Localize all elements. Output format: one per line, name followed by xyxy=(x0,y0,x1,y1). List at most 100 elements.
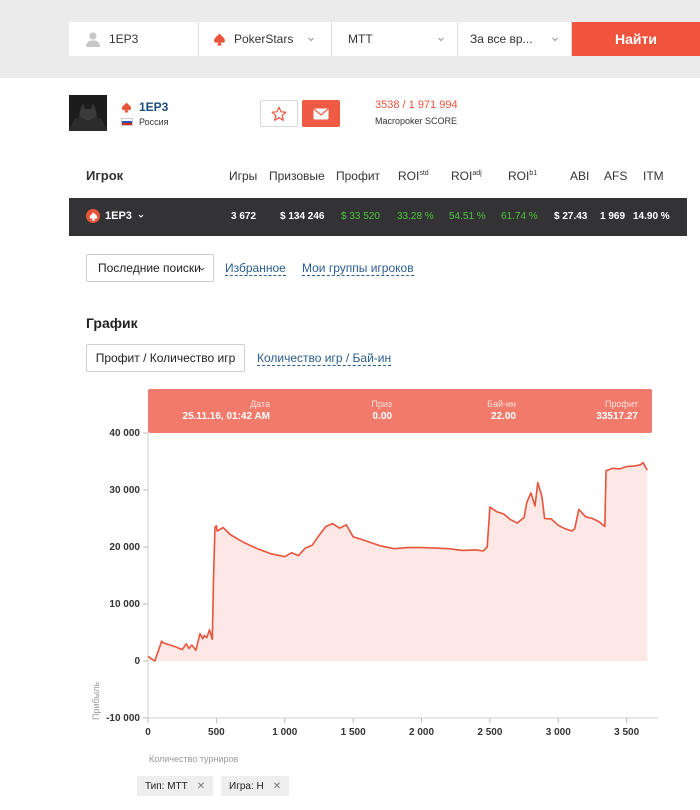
country-text: Россия xyxy=(139,117,169,127)
roi-adj-text: ROI xyxy=(451,169,473,183)
cell-games: 3 672 xyxy=(231,211,257,222)
tooltip-date-value: 25.11.16, 01:42 AM xyxy=(183,411,270,422)
roi-adj-sup: adj xyxy=(472,170,482,177)
chevron-down-icon xyxy=(138,214,144,218)
pokerstars-icon xyxy=(214,33,225,45)
cell-itm: 14.90 % xyxy=(633,211,670,222)
tooltip-prize-label: Приз xyxy=(371,399,392,409)
header-roi-std[interactable]: ROIstd xyxy=(398,169,429,183)
y-tick-label: 30 000 xyxy=(109,485,140,496)
x-tick-label: 2 500 xyxy=(477,727,502,738)
filter-tag-type[interactable]: Тип: MTT ✕ xyxy=(137,776,214,796)
tooltip-prize-value: 0.00 xyxy=(373,411,393,422)
cell-roi-adj: 54.51 % xyxy=(449,211,486,222)
x-axis-label: Количество турниров xyxy=(149,754,238,764)
cell-prizes: $ 134 246 xyxy=(280,211,325,222)
y-tick-label: 10 000 xyxy=(109,599,140,610)
pokerstars-icon xyxy=(121,101,132,113)
pokerstars-icon xyxy=(86,209,100,223)
player-search-field[interactable]: 1EP3 xyxy=(69,22,199,56)
cell-profit: $ 33 520 xyxy=(341,211,380,222)
favorite-button[interactable] xyxy=(260,100,298,127)
player-search-value: 1EP3 xyxy=(109,32,139,46)
tooltip-buyin-label: Бай-ин xyxy=(487,399,516,409)
x-tick-label: 1 000 xyxy=(272,727,297,738)
y-axis-label: Прибыль xyxy=(91,682,101,720)
tooltip-profit-label: Профит xyxy=(605,399,638,409)
batman-avatar-image xyxy=(69,95,107,131)
x-tick-label: 500 xyxy=(208,727,225,738)
roi-std-sup: std xyxy=(419,170,429,177)
chevron-down-icon xyxy=(438,37,444,42)
header-player: Игрок xyxy=(86,168,124,183)
y-tick-label: 0 xyxy=(134,656,140,667)
room-select-value: PokerStars xyxy=(234,32,294,46)
groups-link[interactable]: Мои группы игроков xyxy=(302,261,414,276)
close-icon[interactable]: ✕ xyxy=(197,781,205,792)
header-itm[interactable]: ITM xyxy=(643,169,664,183)
tag-type-text: Тип: MTT xyxy=(145,780,188,792)
roi-b-text: ROI xyxy=(508,169,530,183)
recent-searches-label: Последние поиски xyxy=(98,261,201,275)
header-prizes[interactable]: Призовые xyxy=(269,169,325,183)
table-row[interactable]: 1EP3 3 672 $ 134 246 $ 33 520 33.28 % 54… xyxy=(69,198,687,236)
header-roi-adj[interactable]: ROIadj xyxy=(451,169,482,183)
y-tick-label: 40 000 xyxy=(109,428,140,439)
star-icon xyxy=(271,106,287,121)
favorites-link[interactable]: Избранное xyxy=(225,261,286,276)
chevron-down-icon xyxy=(552,37,558,42)
profit-area xyxy=(148,462,648,661)
roi-std-text: ROI xyxy=(398,169,420,183)
roi-b-sup: b1 xyxy=(529,170,538,177)
game-type-select[interactable]: MTT xyxy=(332,22,458,56)
profit-chart: -10 000 0 10 000 20 000 30 000 40 000 0 500 1 00… xyxy=(91,389,658,764)
russia-flag-icon xyxy=(121,118,133,126)
avatar[interactable] xyxy=(69,95,107,131)
tab-games-buyin[interactable]: Количество игр / Бай-ин xyxy=(257,351,392,366)
x-tick-label: 1 500 xyxy=(341,727,366,738)
x-tick-label: 2 000 xyxy=(409,727,434,738)
row-player-name[interactable]: 1EP3 xyxy=(86,209,144,223)
recent-searches-dropdown[interactable]: Последние поиски xyxy=(86,254,214,282)
message-button[interactable] xyxy=(302,100,340,127)
player-country: Россия xyxy=(121,117,169,127)
header-abi[interactable]: ABI xyxy=(570,169,589,183)
cell-roi-b: 61.74 % xyxy=(501,211,538,222)
envelope-icon xyxy=(313,108,329,119)
header-games[interactable]: Игры xyxy=(229,169,257,183)
row-name-text: 1EP3 xyxy=(105,210,132,222)
cell-afs: 1 969 xyxy=(600,211,626,222)
tooltip-profit-value: 33517.27 xyxy=(596,411,638,422)
y-tick-label: 20 000 xyxy=(109,542,140,553)
cell-abi: $ 27.43 xyxy=(554,211,588,222)
player-name[interactable]: 1EP3 xyxy=(121,100,168,114)
cell-roi-std: 33.28 % xyxy=(397,211,434,222)
tooltip-date-label: Дата xyxy=(250,399,270,409)
user-icon xyxy=(86,32,100,47)
game-type-value: MTT xyxy=(348,32,373,46)
tag-game-text: Игра: Н xyxy=(229,780,264,792)
period-value: За все вр... xyxy=(470,32,533,46)
room-select[interactable]: PokerStars xyxy=(199,22,332,56)
player-name-text: 1EP3 xyxy=(139,100,169,114)
header-afs[interactable]: AFS xyxy=(604,169,627,183)
x-tick-label: 3 000 xyxy=(546,727,571,738)
search-bar: 1EP3 PokerStars MTT За все вр... Найти xyxy=(69,22,700,56)
header-profit[interactable]: Профит xyxy=(336,169,380,183)
filter-tag-game[interactable]: Игра: Н ✕ xyxy=(221,776,290,796)
tab-profit-games[interactable]: Профит / Количество игр xyxy=(86,344,245,372)
x-tick-label: 3 500 xyxy=(614,727,639,738)
plot-area: -10 000 0 10 000 20 000 30 000 40 000 0 500 1 00… xyxy=(106,428,658,738)
chevron-down-icon xyxy=(308,37,314,42)
close-icon[interactable]: ✕ xyxy=(273,781,281,792)
chart-title: График xyxy=(86,315,138,331)
period-select[interactable]: За все вр... xyxy=(458,22,572,56)
score-value: 3538 / 1 971 994 xyxy=(375,99,458,111)
find-button[interactable]: Найти xyxy=(572,22,700,56)
chart-tooltip: Дата 25.11.16, 01:42 AM Приз 0.00 Бай-ин… xyxy=(148,389,652,433)
chevron-down-icon xyxy=(199,267,205,271)
tooltip-buyin-value: 22.00 xyxy=(491,411,516,422)
header-roi-b[interactable]: ROIb1 xyxy=(508,169,537,183)
x-tick-label: 0 xyxy=(145,727,151,738)
score-label: Macropoker SCORE xyxy=(375,116,458,126)
